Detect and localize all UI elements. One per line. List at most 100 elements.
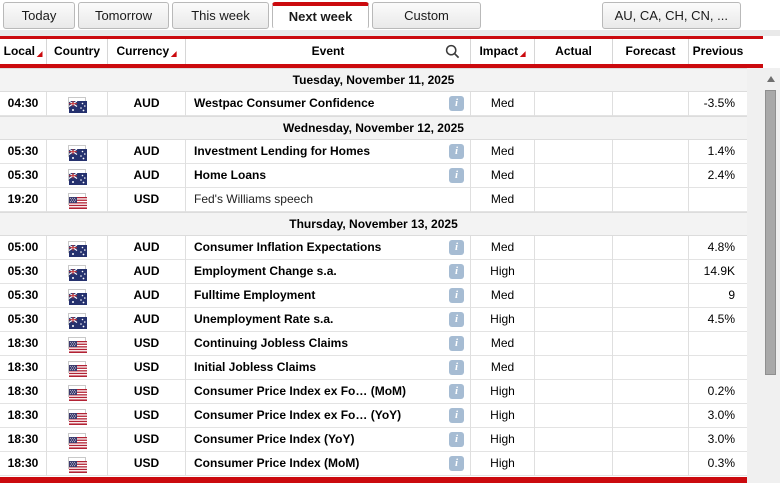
tab-tomorrow[interactable]: Tomorrow — [78, 2, 169, 29]
event-row[interactable]: 05:30AUDUnemployment Rate s.a.iHigh4.5% — [0, 308, 747, 332]
event-actual — [535, 164, 613, 188]
event-forecast — [613, 404, 689, 428]
event-previous: 0.3% — [689, 452, 747, 476]
event-row[interactable]: 05:30AUDEmployment Change s.a.iHigh14.9K — [0, 260, 747, 284]
event-actual — [535, 380, 613, 404]
event-row[interactable]: 19:20USDFed's Williams speechMed — [0, 188, 747, 212]
period-tabbar: TodayTomorrowThis weekNext weekCustom da… — [0, 0, 780, 30]
tab-today[interactable]: Today — [3, 2, 75, 29]
australia-flag-icon — [68, 169, 86, 181]
event-impact: Med — [471, 284, 535, 308]
event-forecast — [613, 380, 689, 404]
event-time: 05:30 — [0, 164, 47, 188]
event-name-cell: Consumer Price Index ex Fo… (YoY)i — [186, 404, 471, 428]
us-flag-icon — [68, 433, 86, 445]
event-impact: Med — [471, 332, 535, 356]
event-country — [47, 284, 108, 308]
event-row[interactable]: 18:30USDConsumer Price Index (YoY)iHigh3… — [0, 428, 747, 452]
info-icon[interactable]: i — [449, 456, 464, 471]
event-currency: USD — [108, 356, 186, 380]
event-currency: USD — [108, 380, 186, 404]
column-header-impact[interactable]: Impact◢ — [471, 39, 535, 64]
us-flag-icon — [68, 337, 86, 349]
event-currency: AUD — [108, 164, 186, 188]
event-actual — [535, 452, 613, 476]
info-icon[interactable]: i — [449, 264, 464, 279]
event-row[interactable]: 05:30AUDFulltime EmploymentiMed9 — [0, 284, 747, 308]
sort-arrow-icon: ◢ — [171, 51, 176, 58]
event-impact: High — [471, 380, 535, 404]
event-country — [47, 356, 108, 380]
event-row[interactable]: 18:30USDConsumer Price Index ex Fo… (YoY… — [0, 404, 747, 428]
event-row[interactable]: 05:00AUDConsumer Inflation Expectationsi… — [0, 236, 747, 260]
info-icon[interactable]: i — [449, 384, 464, 399]
australia-flag-icon — [68, 313, 86, 325]
event-impact: Med — [471, 188, 535, 212]
event-currency: AUD — [108, 308, 186, 332]
event-currency: AUD — [108, 236, 186, 260]
scrollbar-track[interactable] — [747, 68, 780, 483]
tab-this-week[interactable]: This week — [172, 2, 269, 29]
event-time: 05:30 — [0, 284, 47, 308]
search-icon[interactable] — [445, 44, 460, 59]
tab-custom-dates[interactable]: Custom dates — [372, 2, 481, 29]
column-header-actual[interactable]: Actual — [535, 39, 613, 64]
event-row[interactable]: 05:30AUDHome LoansiMed2.4% — [0, 164, 747, 188]
event-row[interactable]: 18:30USDContinuing Jobless ClaimsiMed — [0, 332, 747, 356]
event-currency: AUD — [108, 260, 186, 284]
australia-flag-icon — [68, 145, 86, 157]
column-label: Currency — [116, 44, 169, 58]
event-row[interactable]: 05:30AUDInvestment Lending for HomesiMed… — [0, 140, 747, 164]
event-name-cell: Fed's Williams speech — [186, 188, 471, 212]
event-name: Westpac Consumer Confidence — [194, 96, 374, 110]
column-header-country[interactable]: Country — [47, 39, 108, 64]
event-impact: Med — [471, 92, 535, 116]
info-icon[interactable]: i — [449, 432, 464, 447]
column-header-forecast[interactable]: Forecast — [613, 39, 689, 64]
info-icon[interactable]: i — [449, 360, 464, 375]
event-row[interactable]: 18:30USDInitial Jobless ClaimsiMed — [0, 356, 747, 380]
column-label: Previous — [693, 44, 744, 58]
column-header-previous[interactable]: Previous — [689, 39, 747, 64]
column-header-local[interactable]: Local◢ — [0, 39, 47, 64]
info-icon[interactable]: i — [449, 312, 464, 327]
event-name: Employment Change s.a. — [194, 264, 337, 278]
event-name: Consumer Inflation Expectations — [194, 240, 381, 254]
event-row[interactable]: 18:30USDConsumer Price Index (MoM)iHigh0… — [0, 452, 747, 476]
tab-next-week[interactable]: Next week — [272, 2, 369, 29]
currency-filter-button[interactable]: AU, CA, CH, CN, ... — [602, 2, 741, 29]
event-forecast — [613, 92, 689, 116]
event-forecast — [613, 284, 689, 308]
event-actual — [535, 188, 613, 212]
event-forecast — [613, 164, 689, 188]
column-header-currency[interactable]: Currency◢ — [108, 39, 186, 64]
event-country — [47, 236, 108, 260]
info-icon[interactable]: i — [449, 144, 464, 159]
event-actual — [535, 428, 613, 452]
event-impact: High — [471, 428, 535, 452]
info-icon[interactable]: i — [449, 336, 464, 351]
info-icon[interactable]: i — [449, 408, 464, 423]
event-currency: USD — [108, 188, 186, 212]
column-header-event[interactable]: Event — [186, 39, 471, 64]
info-icon[interactable]: i — [449, 168, 464, 183]
event-row[interactable]: 18:30USDConsumer Price Index ex Fo… (MoM… — [0, 380, 747, 404]
info-icon[interactable]: i — [449, 288, 464, 303]
event-country — [47, 140, 108, 164]
scrollbar-up-button[interactable] — [764, 71, 777, 86]
event-name: Consumer Price Index (YoY) — [194, 432, 354, 446]
event-name-cell: Continuing Jobless Claimsi — [186, 332, 471, 356]
scrollbar-thumb[interactable] — [765, 90, 776, 375]
event-name: Fulltime Employment — [194, 288, 315, 302]
event-forecast — [613, 236, 689, 260]
event-previous: 3.0% — [689, 404, 747, 428]
event-name-cell: Westpac Consumer Confidence i — [186, 92, 471, 116]
info-icon[interactable]: i — [449, 240, 464, 255]
event-row[interactable]: 04:30AUDWestpac Consumer ConfidenceiMed-… — [0, 92, 747, 116]
event-forecast — [613, 356, 689, 380]
info-icon[interactable]: i — [449, 96, 464, 111]
event-currency: AUD — [108, 92, 186, 116]
economic-calendar-page: TodayTomorrowThis weekNext weekCustom da… — [0, 0, 780, 483]
event-currency: AUD — [108, 284, 186, 308]
column-label: Event — [312, 44, 345, 58]
